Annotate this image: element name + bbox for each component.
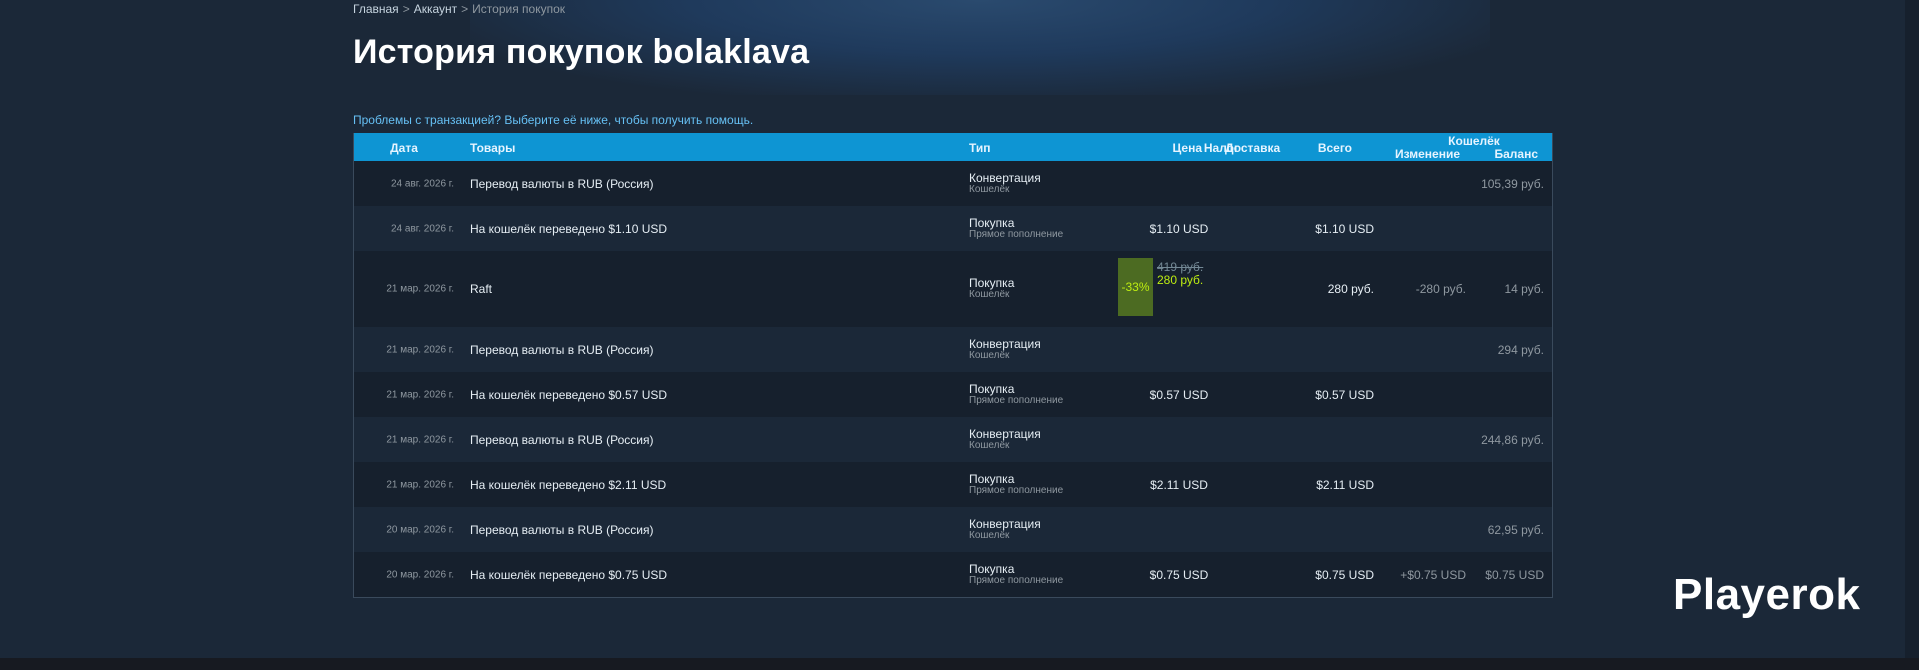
row-type-sub: Кошелёк: [969, 349, 1010, 361]
row-change: -280 руб.: [1415, 282, 1466, 296]
final-price: 280 руб.: [1157, 273, 1204, 287]
row-balance: 105,39 руб.: [1481, 176, 1544, 191]
breadcrumb-separator: >: [461, 2, 469, 16]
breadcrumb-home-link[interactable]: Главная: [353, 2, 399, 16]
playerok-watermark: Playerok: [1673, 570, 1861, 619]
row-balance: 294 руб.: [1497, 342, 1544, 357]
table-row[interactable]: 21 мар. 2026 г. Перевод валюты в RUB (Ро…: [354, 327, 1552, 372]
row-type-main: Конвертация: [969, 426, 1041, 441]
footer-strip: [0, 658, 1919, 670]
row-type: Покупка Кошелёк: [969, 277, 1014, 301]
row-balance: $0.75 USD: [1485, 567, 1544, 582]
row-type: Конвертация Кошелёк: [969, 338, 1041, 362]
header-wallet-balance: Баланс: [1494, 147, 1538, 161]
row-type-sub: Прямое пополнение: [969, 484, 1064, 496]
row-type-sub: Кошелёк: [969, 289, 1010, 300]
scrollbar-track[interactable]: [1905, 0, 1919, 658]
row-item: Перевод валюты в RUB (Россия): [470, 522, 654, 537]
row-date: 21 мар. 2026 г.: [386, 389, 454, 400]
table-row[interactable]: 20 мар. 2026 г. На кошелёк переведено $0…: [354, 552, 1552, 597]
transaction-help-link[interactable]: Проблемы с транзакцией? Выберите её ниже…: [353, 113, 753, 127]
purchase-history-table: Дата Товары Тип Цена Налог Доставка Всег…: [353, 133, 1553, 598]
row-total: $1.10 USD: [1315, 221, 1374, 236]
row-price: $1.10 USD: [1149, 221, 1209, 236]
row-type-sub: Прямое пополнение: [969, 574, 1064, 586]
page-title: История покупок bolaklava: [353, 33, 810, 71]
discount-badge: -33%: [1118, 258, 1153, 316]
row-item: Перевод валюты в RUB (Россия): [470, 432, 654, 447]
row-type-sub: Кошелёк: [969, 183, 1010, 195]
row-type: Покупка Прямое пополнение: [969, 563, 1063, 587]
row-type: Покупка Прямое пополнение: [969, 473, 1063, 497]
row-item: На кошелёк переведено $0.75 USD: [470, 567, 668, 582]
table-header: Дата Товары Тип Цена Налог Доставка Всег…: [354, 133, 1552, 161]
row-date: 21 мар. 2026 г.: [386, 344, 454, 355]
table-row[interactable]: 21 мар. 2026 г. Raft Покупка Кошелёк -33%…: [354, 251, 1552, 327]
row-balance: 62,95 руб.: [1487, 522, 1544, 537]
row-date: 24 авг. 2026 г.: [391, 223, 454, 234]
row-total: $0.75 USD: [1315, 567, 1374, 582]
row-type-main: Конвертация: [969, 336, 1041, 351]
breadcrumb-current: История покупок: [472, 2, 566, 16]
row-type-sub: Прямое пополнение: [969, 228, 1064, 240]
row-item: На кошелёк переведено $0.57 USD: [470, 387, 668, 402]
row-date: 24 авг. 2026 г.: [391, 178, 454, 189]
table-row[interactable]: 21 мар. 2026 г. На кошелёк переведено $0…: [354, 372, 1552, 417]
row-item: Raft: [470, 282, 493, 296]
row-item: Перевод валюты в RUB (Россия): [470, 342, 654, 357]
row-balance: 14 руб.: [1504, 282, 1544, 296]
row-type: Конвертация Кошелёк: [969, 172, 1041, 196]
row-date: 20 мар. 2026 г.: [386, 524, 454, 535]
row-total: 280 руб.: [1327, 282, 1374, 296]
row-type-main: Покупка: [969, 471, 1015, 486]
breadcrumb-separator: >: [402, 2, 410, 16]
row-type-sub: Прямое пополнение: [969, 394, 1064, 406]
row-price: $0.57 USD: [1149, 387, 1209, 402]
row-type: Конвертация Кошелёк: [969, 518, 1041, 542]
header-type: Тип: [969, 141, 991, 155]
table-row[interactable]: 21 мар. 2026 г. На кошелёк переведено $2…: [354, 462, 1552, 507]
table-row[interactable]: 24 авг. 2026 г. Перевод валюты в RUB (Ро…: [354, 161, 1552, 206]
row-type-main: Покупка: [969, 215, 1015, 230]
purchase-history-page: Главная > Аккаунт > История покупок История …: [353, 0, 1553, 598]
table-row[interactable]: 21 мар. 2026 г. Перевод валюты в RUB (Ро…: [354, 417, 1552, 462]
header-date: Дата: [390, 141, 418, 155]
row-total: $0.57 USD: [1315, 387, 1374, 402]
header-total: Всего: [1317, 141, 1352, 155]
row-type-main: Конвертация: [969, 516, 1041, 531]
row-type-main: Покупка: [969, 276, 1015, 290]
row-date: 21 мар. 2026 г.: [386, 479, 454, 490]
row-price: $2.11 USD: [1150, 477, 1208, 492]
row-type-main: Конвертация: [969, 170, 1041, 185]
row-date: 21 мар. 2026 г.: [386, 434, 454, 445]
row-total: $2.11 USD: [1316, 477, 1374, 492]
row-item: Перевод валюты в RUB (Россия): [470, 176, 654, 191]
row-change: +$0.75 USD: [1400, 567, 1466, 582]
breadcrumb: Главная > Аккаунт > История покупок: [353, 2, 1553, 18]
row-date: 21 мар. 2026 г.: [386, 283, 454, 295]
discount-price: 419 руб. 280 руб.: [1157, 261, 1203, 287]
row-type-sub: Кошелёк: [969, 529, 1010, 541]
row-type-sub: Кошелёк: [969, 439, 1010, 451]
table-row[interactable]: 20 мар. 2026 г. Перевод валюты в RUB (Ро…: [354, 507, 1552, 552]
row-item: На кошелёк переведено $1.10 USD: [470, 221, 668, 236]
row-type-main: Покупка: [969, 381, 1015, 396]
row-item: На кошелёк переведено $2.11 USD: [470, 477, 667, 492]
row-type: Конвертация Кошелёк: [969, 428, 1041, 452]
table-row[interactable]: 24 авг. 2026 г. На кошелёк переведено $1…: [354, 206, 1552, 251]
header-wallet: Кошелёк: [1448, 134, 1500, 148]
row-type: Покупка Прямое пополнение: [969, 217, 1063, 241]
header-shipping: Доставка: [1225, 141, 1281, 155]
header-items: Товары: [470, 141, 516, 155]
row-type-main: Покупка: [969, 561, 1015, 576]
row-balance: 244,86 руб.: [1481, 432, 1544, 447]
header-wallet-change: Изменение: [1394, 147, 1460, 161]
row-type: Покупка Прямое пополнение: [969, 383, 1063, 407]
row-date: 20 мар. 2026 г.: [386, 569, 454, 580]
row-price: $0.75 USD: [1149, 567, 1209, 582]
breadcrumb-account-link[interactable]: Аккаунт: [414, 2, 457, 16]
